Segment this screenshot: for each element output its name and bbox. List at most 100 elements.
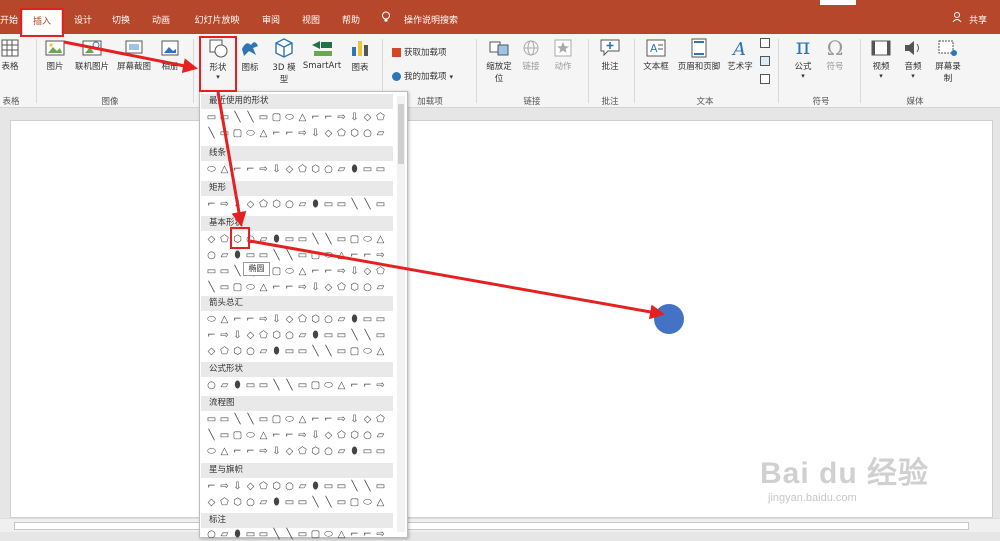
shape-option[interactable]: ⬮ [309, 481, 322, 493]
shape-option[interactable]: ▢ [309, 250, 322, 262]
icons-button[interactable]: 图标 [238, 37, 262, 73]
shape-option[interactable]: △ [374, 234, 387, 246]
shape-option[interactable]: ╲ [283, 380, 296, 392]
shape-option[interactable]: ◇ [205, 346, 218, 358]
shape-option[interactable]: ⇨ [218, 199, 231, 211]
shape-option[interactable]: ◇ [283, 314, 296, 326]
tab-home[interactable]: 开始 [0, 10, 18, 32]
screenshot-button[interactable]: 屏幕截图 [114, 38, 154, 72]
chart-button[interactable]: 图表 [346, 37, 374, 73]
shape-option[interactable]: ⌐ [322, 266, 335, 278]
shape-option[interactable]: ▢ [348, 346, 361, 358]
shape-option[interactable]: ⇩ [231, 199, 244, 211]
shape-option[interactable]: ⬡ [231, 346, 244, 358]
shape-option[interactable]: ⌐ [361, 250, 374, 262]
shape-option[interactable]: ◇ [322, 430, 335, 442]
shape-option[interactable]: △ [257, 282, 270, 294]
shape-option[interactable]: ⬭ [322, 380, 335, 392]
shape-option[interactable]: ⇩ [309, 430, 322, 442]
shape-option[interactable]: ⇨ [257, 446, 270, 458]
shape-option[interactable]: ○ [205, 380, 218, 392]
shape-option[interactable]: ⌐ [283, 128, 296, 140]
shape-option[interactable]: △ [218, 314, 231, 326]
shape-option[interactable]: ╲ [205, 282, 218, 294]
tab-help[interactable]: 帮助 [338, 10, 364, 32]
shape-option[interactable]: ▱ [374, 282, 387, 294]
shape-option[interactable]: ⬭ [283, 112, 296, 124]
shape-option[interactable]: ⬠ [296, 446, 309, 458]
picture-button[interactable]: 图片 [44, 38, 66, 72]
shape-option[interactable]: ⇨ [218, 481, 231, 493]
shape-option[interactable]: ⇩ [309, 128, 322, 140]
shape-option[interactable]: ⌐ [205, 199, 218, 211]
shape-option[interactable]: ⇩ [348, 112, 361, 124]
shape-option[interactable]: ▭ [335, 199, 348, 211]
shape-option[interactable]: ⬠ [296, 164, 309, 176]
shape-option[interactable]: ⌐ [348, 529, 361, 541]
shape-row[interactable]: ╲ ▭ ▢ ⬭ △ ⌐ ⌐ ⇨ ⇩ ◇ ⬠ ⬡ ○ ▱ [205, 430, 391, 442]
shape-option[interactable]: ⌐ [244, 314, 257, 326]
shape-option[interactable]: ⌐ [244, 164, 257, 176]
shape-option[interactable]: ⬭ [244, 430, 257, 442]
shape-option[interactable]: ⬠ [257, 330, 270, 342]
shape-option[interactable]: ▭ [218, 282, 231, 294]
shape-option[interactable]: ⬭ [205, 164, 218, 176]
header-footer-button[interactable]: 页眉和页脚 [674, 38, 724, 72]
shape-option[interactable]: ⌐ [270, 128, 283, 140]
shape-option[interactable]: ╲ [348, 481, 361, 493]
shape-option[interactable]: ⬠ [257, 199, 270, 211]
shape-row[interactable]: ⌐ ⇨ ⇩ ◇ ⬠ ⬡ ○ ▱ ⬮ ▭ ▭ ╲ ╲ ▭ [205, 199, 391, 211]
shape-option[interactable]: ◇ [283, 446, 296, 458]
video-button[interactable]: 视频 ▾ [868, 38, 894, 80]
shape-option[interactable]: ⬡ [348, 430, 361, 442]
shape-option[interactable]: △ [257, 128, 270, 140]
shape-option[interactable]: ⬡ [348, 282, 361, 294]
shape-option[interactable]: ▱ [257, 497, 270, 509]
shape-option[interactable]: ⬡ [309, 314, 322, 326]
shape-option[interactable]: ▭ [335, 234, 348, 246]
shape-option[interactable]: ⬮ [270, 234, 283, 246]
shape-option[interactable]: ╲ [348, 199, 361, 211]
shape-option[interactable]: ⬠ [218, 346, 231, 358]
shape-option[interactable]: ▢ [348, 234, 361, 246]
shape-option[interactable]: ⇨ [335, 266, 348, 278]
text-extra-3-icon[interactable] [760, 74, 770, 87]
shape-option[interactable]: ◇ [244, 199, 257, 211]
shape-option[interactable]: ⌐ [205, 481, 218, 493]
shape-row[interactable]: ⬭ △ ⌐ ⌐ ⇨ ⇩ ◇ ⬠ ⬡ ○ ▱ ⬮ ▭ ▭ [205, 314, 391, 326]
shape-option[interactable]: ▱ [335, 314, 348, 326]
shape-option[interactable]: ⬡ [309, 164, 322, 176]
shape-option[interactable]: ⌐ [270, 282, 283, 294]
shape-option[interactable]: ⬠ [335, 430, 348, 442]
shape-option[interactable]: ▱ [296, 330, 309, 342]
tab-review[interactable]: 审阅 [258, 10, 284, 32]
shape-option[interactable]: ⬮ [348, 164, 361, 176]
shape-option[interactable]: ▭ [335, 346, 348, 358]
shape-option[interactable]: ▭ [218, 266, 231, 278]
shape-row[interactable]: ▭▭╲╲▭▢⬭△⌐⌐⇨⇩◇⬠ [205, 112, 391, 124]
shape-option[interactable]: ⬠ [335, 128, 348, 140]
screen-recording-button[interactable]: 屏幕录制 [932, 38, 964, 84]
shape-option[interactable]: ╲ [270, 380, 283, 392]
shape-option[interactable]: ▭ [296, 250, 309, 262]
shape-option[interactable]: ▭ [283, 346, 296, 358]
3d-model-button[interactable]: 3D 模型 [270, 37, 298, 85]
shape-row[interactable]: ○ ▱ ⬮ ▭ ▭ ╲ ╲ ▭ ▢ ⬭ △ ⌐ ⌐ ⇨ [205, 380, 391, 392]
shape-option[interactable]: △ [218, 446, 231, 458]
shape-option[interactable]: ⌐ [205, 330, 218, 342]
shape-option[interactable]: ⇨ [296, 128, 309, 140]
tell-me-search[interactable]: 操作说明搜索 [398, 10, 464, 32]
shape-option[interactable]: ○ [244, 497, 257, 509]
action-button[interactable]: 动作 [550, 38, 576, 72]
shape-option[interactable]: ○ [322, 446, 335, 458]
shape-option[interactable]: ○ [361, 128, 374, 140]
shape-option[interactable]: ╲ [283, 250, 296, 262]
shape-option[interactable]: ▭ [257, 250, 270, 262]
shape-option[interactable]: ⇨ [257, 164, 270, 176]
shape-option[interactable]: ⬠ [374, 266, 387, 278]
shape-option[interactable]: ⬮ [309, 199, 322, 211]
shape-option[interactable]: ▭ [374, 330, 387, 342]
shape-option[interactable]: ○ [205, 250, 218, 262]
shape-option[interactable]: ⬠ [374, 414, 387, 426]
shape-option[interactable]: ▭ [205, 414, 218, 426]
